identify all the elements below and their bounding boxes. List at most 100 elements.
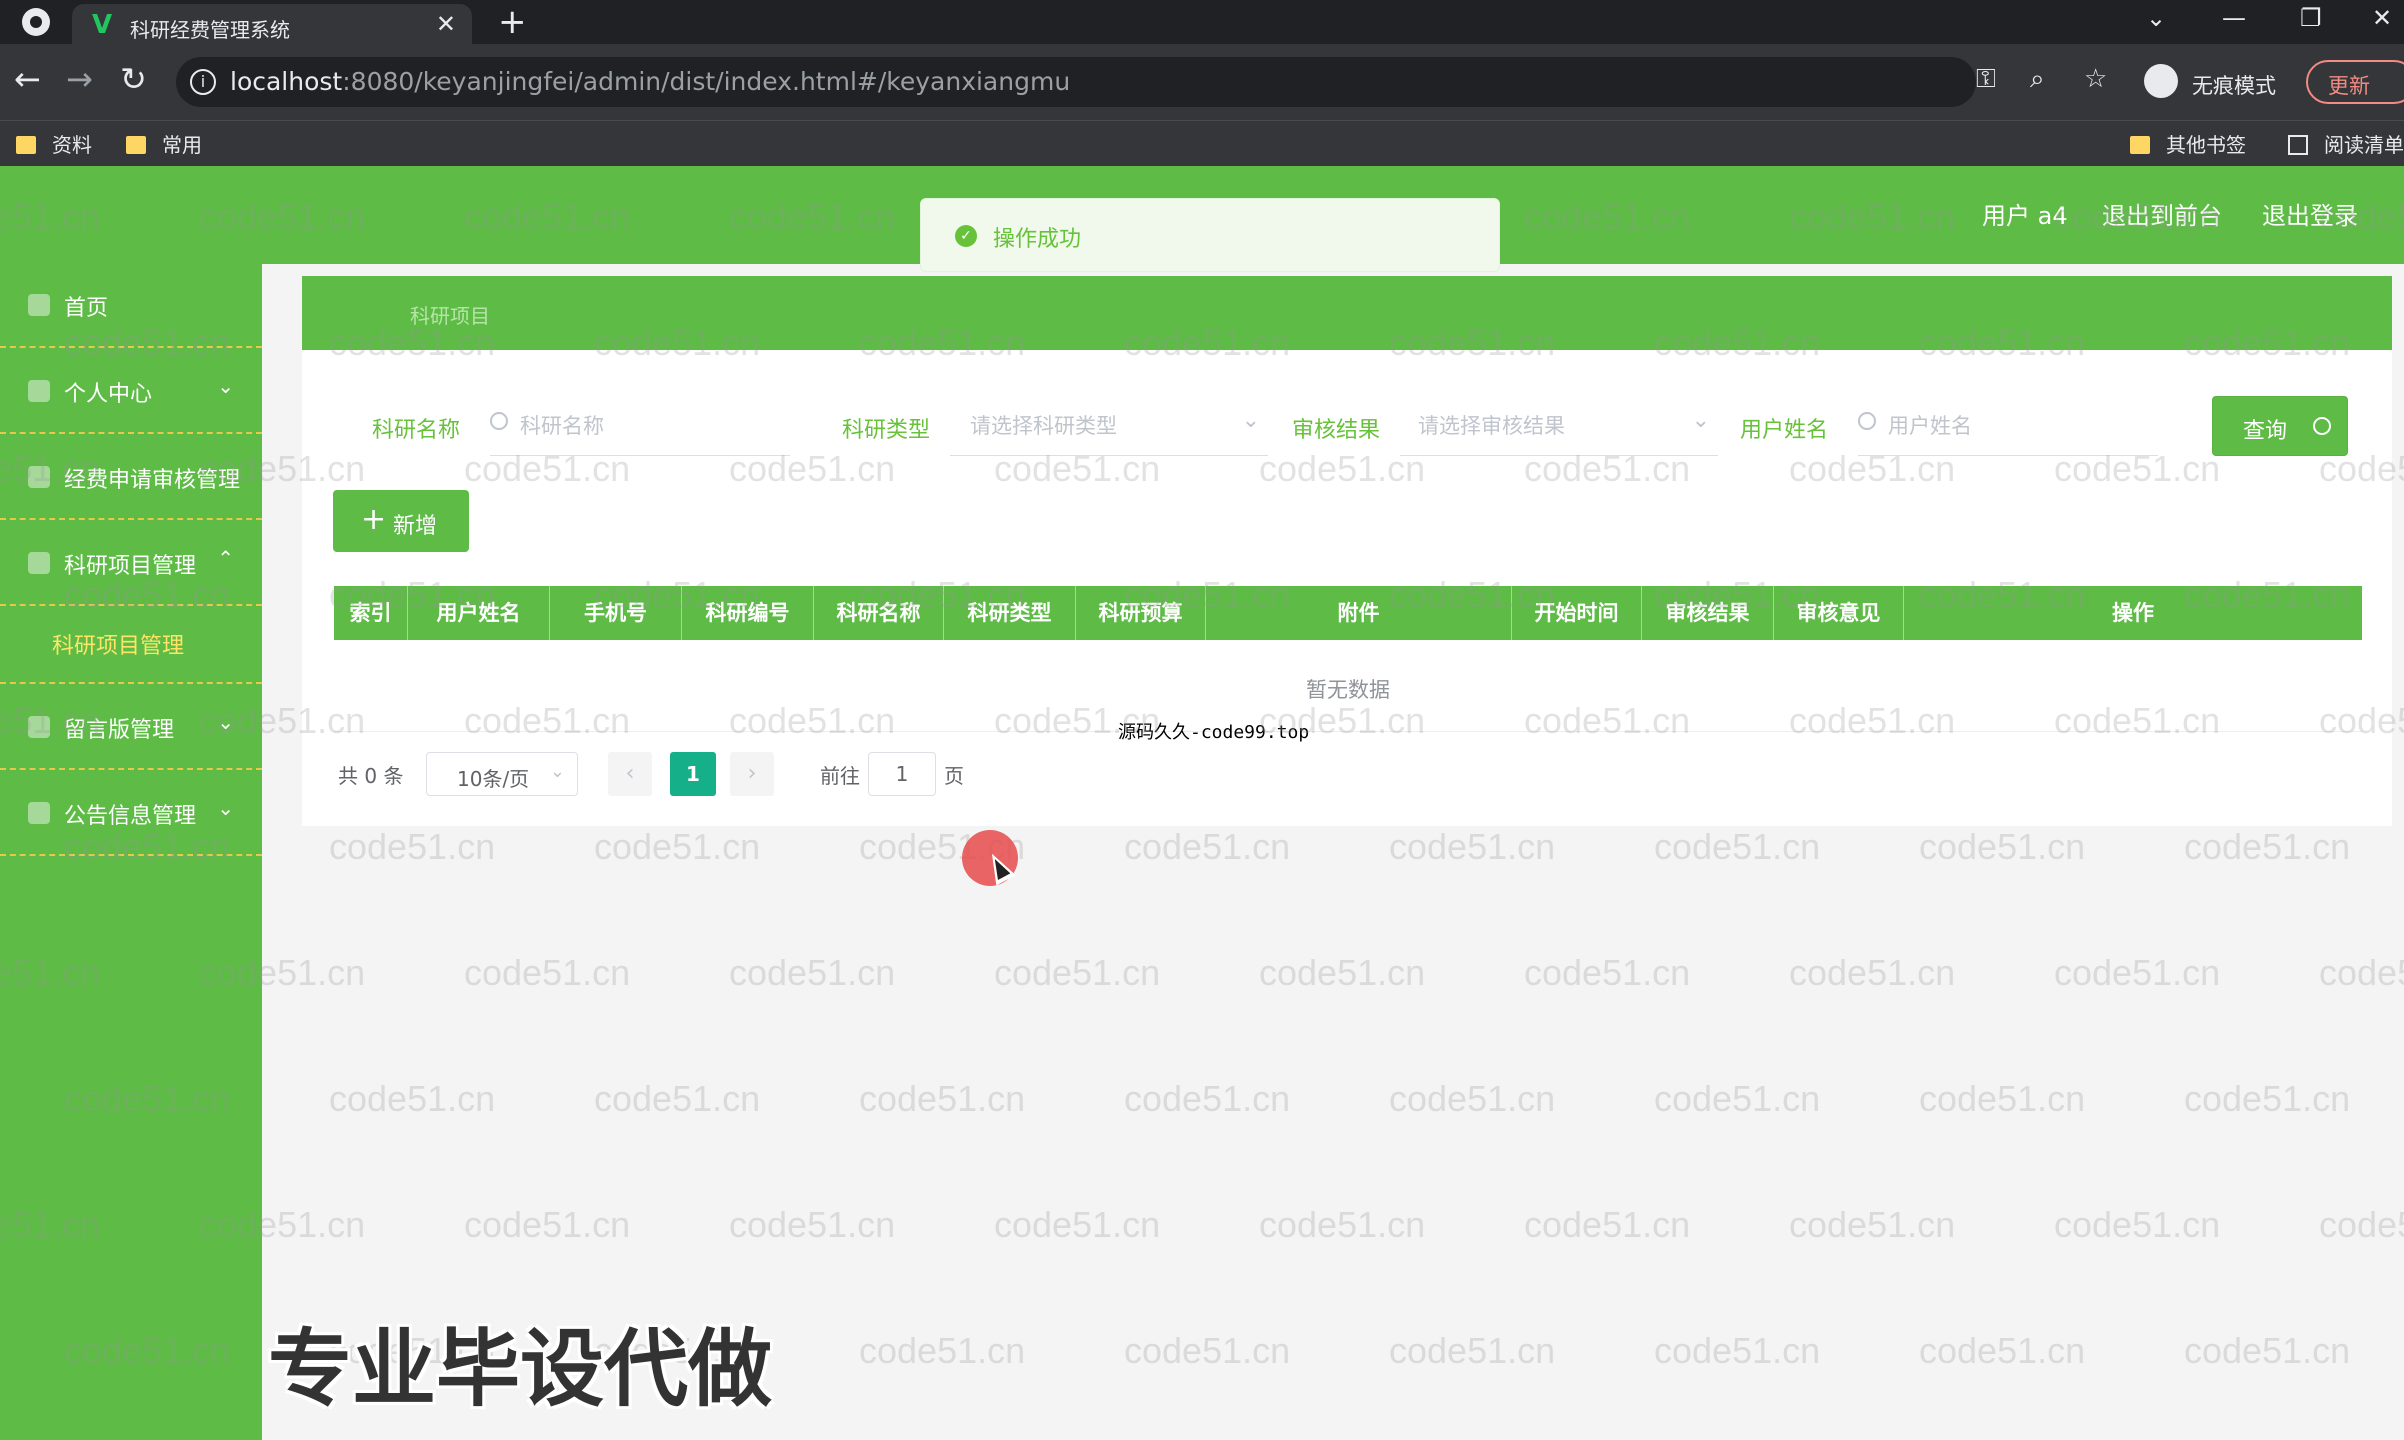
watermark-text: code51.cn [2184, 1078, 2351, 1119]
watermark-text: code51.cn [1259, 952, 1426, 993]
browser-tab[interactable]: V 科研经费管理系统 ✕ [72, 4, 472, 44]
sidebar-item-personal-center[interactable]: 个人中心 ⌄ [0, 350, 262, 434]
sidebar-item-announcements[interactable]: 公告信息管理 ⌄ [0, 772, 262, 856]
watermark-text: code51.cn [1654, 1330, 1821, 1371]
watermark-text: code51.cn [464, 1204, 631, 1245]
chevron-down-icon: ⌄ [217, 796, 234, 820]
watermark-text: code51.cn [464, 952, 631, 993]
watermark-text: code51.cn [594, 826, 761, 867]
other-bookmarks[interactable]: 其他书签 [2130, 129, 2246, 158]
column-header[interactable]: 审核意见 [1774, 586, 1904, 640]
forward-icon[interactable]: → [66, 60, 93, 98]
browser-tab-bar: V 科研经费管理系统 ✕ + ⌄ — ❐ ✕ [0, 0, 2404, 44]
watermark-text: code51.cn [329, 826, 496, 867]
sidebar: 首页 个人中心 ⌄ 经费申请审核管理 科研项目管理 ⌃ 科研项目管理 留言版管理… [0, 264, 262, 1440]
goto-page-input[interactable]: 1 [868, 752, 936, 796]
folder-icon [2130, 136, 2150, 154]
watermark-text: code51.cn [1789, 1204, 1956, 1245]
page-suffix-label: 页 [944, 764, 964, 788]
search-type-select[interactable]: 请选择科研类型 ⌄ [950, 396, 1268, 456]
announcement-icon [28, 802, 50, 824]
watermark-text: code51.cn [1919, 1078, 2086, 1119]
window-close-icon[interactable]: ✕ [2372, 4, 2392, 32]
site-info-icon[interactable]: i [190, 69, 216, 95]
column-header[interactable]: 索引 [334, 586, 408, 640]
watermark-text: code51.cn [1919, 1330, 2086, 1371]
maximize-icon[interactable]: ❐ [2300, 4, 2322, 32]
column-header[interactable]: 科研编号 [682, 586, 814, 640]
column-header[interactable]: 用户姓名 [408, 586, 550, 640]
search-name-input[interactable]: 科研名称 [490, 396, 790, 456]
minimize-icon[interactable]: — [2222, 4, 2246, 32]
page-size-select[interactable]: 10条/页 ⌄ [426, 752, 578, 796]
watermark-text: code51.cn [859, 1078, 1026, 1119]
watermark-text: code51.cn [1524, 1204, 1691, 1245]
sidebar-item-project-management[interactable]: 科研项目管理 ⌃ [0, 522, 262, 606]
search-user-label: 用户姓名 [1740, 418, 1829, 443]
watermark-text: code51.cn [2054, 952, 2221, 993]
watermark-text: code51.cn [2054, 1204, 2221, 1245]
add-button[interactable]: + 新增 [333, 490, 469, 552]
overlay-caption: 源码久久-code99.top [1118, 722, 1310, 743]
watermark-text: code51.cn [859, 1330, 1026, 1371]
column-header[interactable]: 审核结果 [1642, 586, 1774, 640]
watermark-text: code51.cn [2319, 952, 2404, 993]
folder-icon [126, 136, 146, 154]
page-number-current[interactable]: 1 [670, 752, 716, 796]
watermark-text: code51.cn [1389, 1330, 1556, 1371]
close-tab-icon[interactable]: ✕ [436, 10, 456, 38]
next-page-button[interactable]: › [730, 752, 774, 796]
check-circle-icon: ✓ [955, 225, 977, 247]
table-header: 索引 用户姓名 手机号 科研编号 科研名称 科研类型 科研预算 附件 开始时间 … [334, 586, 2362, 640]
zoom-icon[interactable]: ⌕ [2030, 64, 2045, 95]
column-header[interactable]: 科研预算 [1076, 586, 1206, 640]
sidebar-item-home[interactable]: 首页 [0, 264, 262, 348]
back-to-front-link[interactable]: 退出到前台 [2102, 196, 2222, 231]
column-header[interactable]: 科研名称 [814, 586, 944, 640]
breadcrumb-item[interactable]: 科研项目 [410, 300, 490, 329]
logout-link[interactable]: 退出登录 [2262, 196, 2358, 231]
home-icon [28, 294, 50, 316]
back-icon[interactable]: ← [14, 60, 41, 98]
reading-list-icon [2288, 135, 2308, 155]
reading-list[interactable]: 阅读清单 [2288, 129, 2404, 158]
user-icon [28, 380, 50, 402]
watermark-text: code51.cn [1654, 826, 1821, 867]
update-button[interactable]: 更新 [2306, 60, 2404, 104]
sidebar-item-message-board[interactable]: 留言版管理 ⌄ [0, 686, 262, 770]
column-header[interactable]: 开始时间 [1512, 586, 1642, 640]
bookmark-folder-changyong[interactable]: 常用 [126, 129, 202, 158]
empty-state-text: 暂无数据 [1306, 678, 1390, 702]
bookmark-folder-ziliao[interactable]: 资料 [16, 129, 92, 158]
column-header[interactable]: 手机号 [550, 586, 682, 640]
query-button[interactable]: 查询 [2212, 396, 2348, 456]
bookmark-star-icon[interactable]: ☆ [2084, 64, 2107, 94]
browser-logo-icon [22, 8, 50, 36]
column-header[interactable]: 科研类型 [944, 586, 1076, 640]
watermark-text: code51.cn [1389, 1078, 1556, 1119]
watermark-text: code51.cn [2184, 826, 2351, 867]
current-user-label: 用户 a4 [1982, 202, 2068, 230]
sidebar-item-funding-audit[interactable]: 经费申请审核管理 [0, 436, 262, 520]
prev-page-button[interactable]: ‹ [608, 752, 652, 796]
table-body: 暂无数据 [334, 640, 2362, 732]
search-user-input[interactable]: 用户姓名 [1858, 396, 2158, 456]
password-key-icon[interactable]: ⚿ [1976, 64, 1996, 95]
watermark-text: code51.cn [329, 1078, 496, 1119]
watermark-text: code51.cn [1389, 826, 1556, 867]
watermark-text: code51.cn [1919, 826, 2086, 867]
audit-icon [28, 466, 50, 488]
reload-icon[interactable]: ↻ [120, 60, 147, 98]
tab-search-icon[interactable]: ⌄ [2146, 4, 2166, 32]
column-header[interactable]: 操作 [1904, 586, 2362, 640]
sidebar-subitem-project-management[interactable]: 科研项目管理 [0, 608, 262, 684]
success-toast: ✓ 操作成功 [920, 198, 1500, 272]
watermark-text: code51.cn [994, 1204, 1161, 1245]
tab-title: 科研经费管理系统 [130, 18, 290, 42]
watermark-text: code51.cn [1789, 952, 1956, 993]
project-icon [28, 552, 50, 574]
search-audit-select[interactable]: 请选择审核结果 ⌄ [1400, 396, 1718, 456]
column-header[interactable]: 附件 [1206, 586, 1512, 640]
url-field[interactable]: i localhost:8080/keyanjingfei/admin/dist… [176, 57, 1976, 107]
new-tab-icon[interactable]: + [498, 2, 527, 42]
